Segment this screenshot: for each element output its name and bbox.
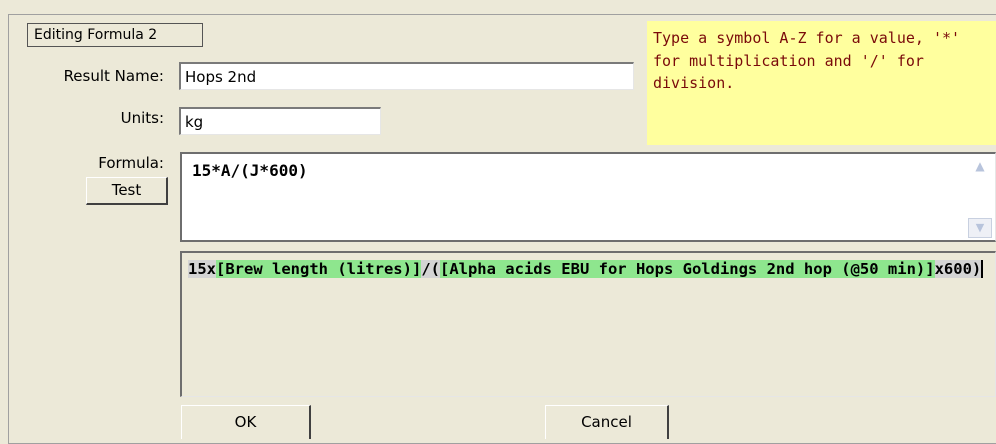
formula-token-operator: /(: [421, 260, 440, 278]
group-title: Editing Formula 2: [27, 23, 203, 47]
result-name-label: Result Name:: [63, 67, 164, 85]
result-name-input[interactable]: [179, 62, 634, 90]
chevron-down-icon[interactable]: ▼: [968, 218, 992, 238]
test-button[interactable]: Test: [86, 177, 168, 205]
formula-token-field: [Brew length (litres)]: [216, 260, 422, 278]
chevron-up-icon[interactable]: ▲: [968, 155, 992, 177]
formula-token-operator: 15x: [188, 260, 216, 278]
units-label: Units:: [120, 109, 164, 127]
help-hint: Type a symbol A-Z for a value, '*' for m…: [647, 21, 996, 145]
ok-button[interactable]: OK: [181, 405, 311, 439]
formula-token-field: [Alpha acids EBU for Hops Goldings 2nd h…: [439, 260, 935, 278]
formula-token-operator: x600): [934, 260, 984, 278]
formula-label: Formula:: [98, 154, 164, 172]
expanded-formula-display: 15x[Brew length (litres)]/([Alpha acids …: [180, 251, 996, 397]
cancel-button[interactable]: Cancel: [545, 405, 669, 439]
units-input[interactable]: [179, 107, 381, 135]
formula-input[interactable]: 15*A/(J*600): [180, 152, 996, 242]
